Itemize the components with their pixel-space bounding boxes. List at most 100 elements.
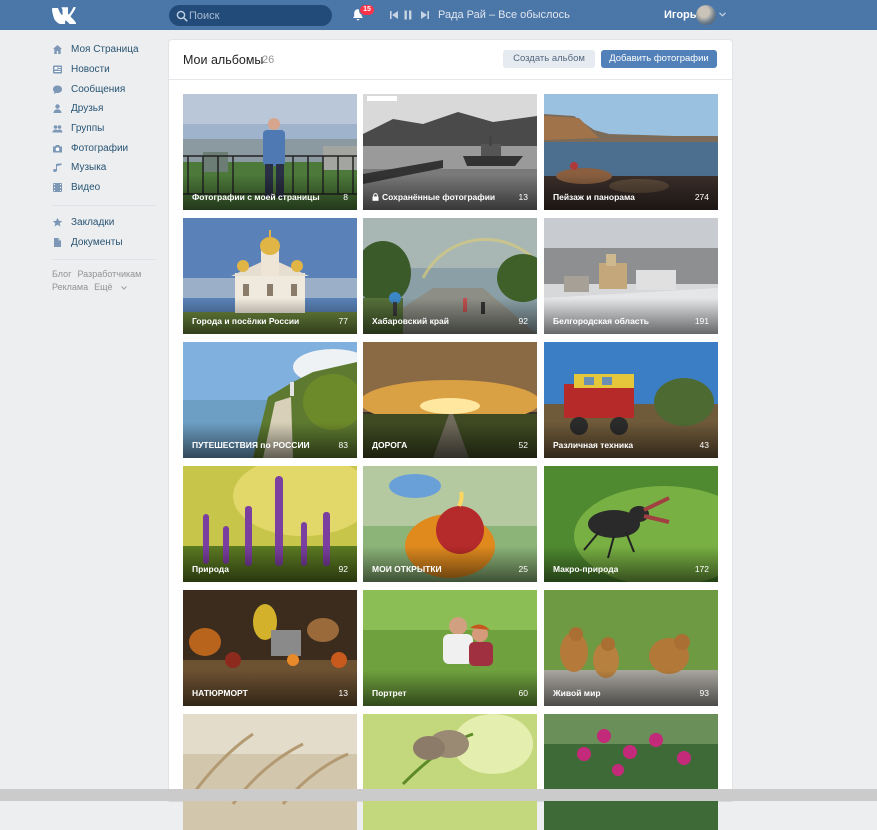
footer-links: Блог Разработчикам Реклама Ещё xyxy=(52,268,156,294)
search-input[interactable] xyxy=(189,7,324,24)
album-count: 25 xyxy=(518,564,528,574)
album-count: 52 xyxy=(518,440,528,450)
footer-link-ads[interactable]: Реклама xyxy=(52,282,88,292)
album-card[interactable]: Портрет 60 xyxy=(363,590,537,706)
page-title: Мои альбомы xyxy=(183,53,264,67)
nav-news[interactable]: Новости xyxy=(52,60,156,80)
nav-label: Группы xyxy=(71,123,105,135)
album-name: Сохранённые фотографии xyxy=(372,192,495,202)
album-count: 60 xyxy=(518,688,528,698)
album-count: 13 xyxy=(338,688,348,698)
album-name: ПУТЕШЕСТВИЯ по РОССИИ xyxy=(192,440,310,450)
nav-groups[interactable]: Группы xyxy=(52,119,156,139)
album-card[interactable]: Пейзаж и панорама 274 xyxy=(544,94,718,210)
album-name: Белгородская область xyxy=(553,316,649,326)
album-count: 274 xyxy=(694,192,709,202)
create-album-button[interactable]: Создать альбом xyxy=(503,50,595,68)
album-card[interactable] xyxy=(183,714,357,830)
nav-label: Закладки xyxy=(71,216,115,228)
album-name: Хабаровский край xyxy=(372,316,449,326)
album-count: 191 xyxy=(694,316,709,326)
video-icon xyxy=(52,182,63,193)
avatar[interactable] xyxy=(696,5,716,25)
album-name: Пейзаж и панорама xyxy=(553,192,635,202)
nav-music[interactable]: Музыка xyxy=(52,158,156,178)
albums-count: 26 xyxy=(262,54,275,66)
album-name: Портрет xyxy=(372,688,407,698)
nav-label: Фотографии xyxy=(71,142,129,154)
add-photos-button[interactable]: Добавить фотографии xyxy=(601,50,717,68)
album-name: ДОРОГА xyxy=(372,440,408,450)
album-card[interactable]: МОИ ОТКРЫТКИ 25 xyxy=(363,466,537,582)
star-icon xyxy=(52,217,63,228)
nav-label: Друзья xyxy=(71,103,104,115)
bottom-scroll-bar[interactable] xyxy=(0,789,877,801)
album-card[interactable]: Различная техника 43 xyxy=(544,342,718,458)
user-name[interactable]: Игорь xyxy=(664,9,697,21)
nav-messages[interactable]: Сообщения xyxy=(52,79,156,99)
pause-icon[interactable] xyxy=(404,10,412,20)
album-card[interactable] xyxy=(544,714,718,830)
groups-icon xyxy=(52,123,63,134)
album-name: МОИ ОТКРЫТКИ xyxy=(372,564,442,574)
nav-documents[interactable]: Документы xyxy=(52,232,156,252)
left-navigation: Моя Страница Новости Сообщения Друзья Гр… xyxy=(52,40,156,294)
album-count: 77 xyxy=(338,316,348,326)
search-icon xyxy=(176,10,188,22)
album-cover xyxy=(183,714,357,830)
album-name: Макро-природа xyxy=(553,564,619,574)
footer-link-developers[interactable]: Разработчикам xyxy=(77,269,141,279)
album-count: 93 xyxy=(699,688,709,698)
album-count: 8 xyxy=(343,192,348,202)
page-header: Мои альбомы 26 Создать альбом Добавить ф… xyxy=(169,40,732,80)
vk-logo-icon[interactable] xyxy=(52,6,76,24)
nav-video[interactable]: Видео xyxy=(52,178,156,198)
nav-friends[interactable]: Друзья xyxy=(52,99,156,119)
album-card[interactable]: Фотографии с моей страницы 8 xyxy=(183,94,357,210)
album-card[interactable] xyxy=(363,714,537,830)
chevron-down-icon xyxy=(121,286,127,290)
nav-label: Документы xyxy=(71,236,123,248)
album-card[interactable]: Природа 92 xyxy=(183,466,357,582)
home-icon xyxy=(52,44,63,55)
search-box[interactable] xyxy=(169,5,332,26)
footer-link-blog[interactable]: Блог xyxy=(52,269,71,279)
album-name: Природа xyxy=(192,564,229,574)
album-count: 172 xyxy=(694,564,709,574)
nav-divider xyxy=(52,258,156,260)
album-card[interactable]: Хабаровский край 92 xyxy=(363,218,537,334)
album-name: Различная техника xyxy=(553,440,634,450)
previous-track-icon[interactable] xyxy=(389,10,399,20)
next-track-icon[interactable] xyxy=(420,10,430,20)
album-card[interactable]: НАТЮРМОРТ 13 xyxy=(183,590,357,706)
album-cover xyxy=(363,714,537,830)
nav-my-page[interactable]: Моя Страница xyxy=(52,40,156,60)
news-icon xyxy=(52,64,63,75)
nav-bookmarks[interactable]: Закладки xyxy=(52,213,156,233)
album-card[interactable]: Макро-природа 172 xyxy=(544,466,718,582)
album-card[interactable]: Живой мир 93 xyxy=(544,590,718,706)
album-count: 83 xyxy=(338,440,348,450)
album-card[interactable]: Белгородская область 191 xyxy=(544,218,718,334)
album-card[interactable]: Города и посёлки России 77 xyxy=(183,218,357,334)
album-name: Живой мир xyxy=(553,688,601,698)
nav-label: Сообщения xyxy=(71,83,126,95)
album-name: Фотографии с моей страницы xyxy=(192,192,320,202)
album-card[interactable]: ДОРОГА 52 xyxy=(363,342,537,458)
now-playing-track[interactable]: Рада Рай – Все обыслось xyxy=(438,9,570,21)
nav-label: Видео xyxy=(71,182,101,194)
album-count: 92 xyxy=(338,564,348,574)
album-card[interactable]: Сохранённые фотографии 13 xyxy=(363,94,537,210)
chevron-down-icon[interactable] xyxy=(719,12,726,17)
album-count: 92 xyxy=(518,316,528,326)
nav-label: Новости xyxy=(71,64,110,76)
document-icon xyxy=(52,237,63,248)
album-name-text: Сохранённые фотографии xyxy=(382,192,496,202)
album-cover xyxy=(544,714,718,830)
nav-label: Музыка xyxy=(71,162,107,174)
album-card[interactable]: ПУТЕШЕСТВИЯ по РОССИИ 83 xyxy=(183,342,357,458)
camera-icon xyxy=(52,143,63,154)
album-count: 13 xyxy=(518,192,528,202)
footer-link-more[interactable]: Ещё xyxy=(94,282,127,292)
nav-photos[interactable]: Фотографии xyxy=(52,138,156,158)
